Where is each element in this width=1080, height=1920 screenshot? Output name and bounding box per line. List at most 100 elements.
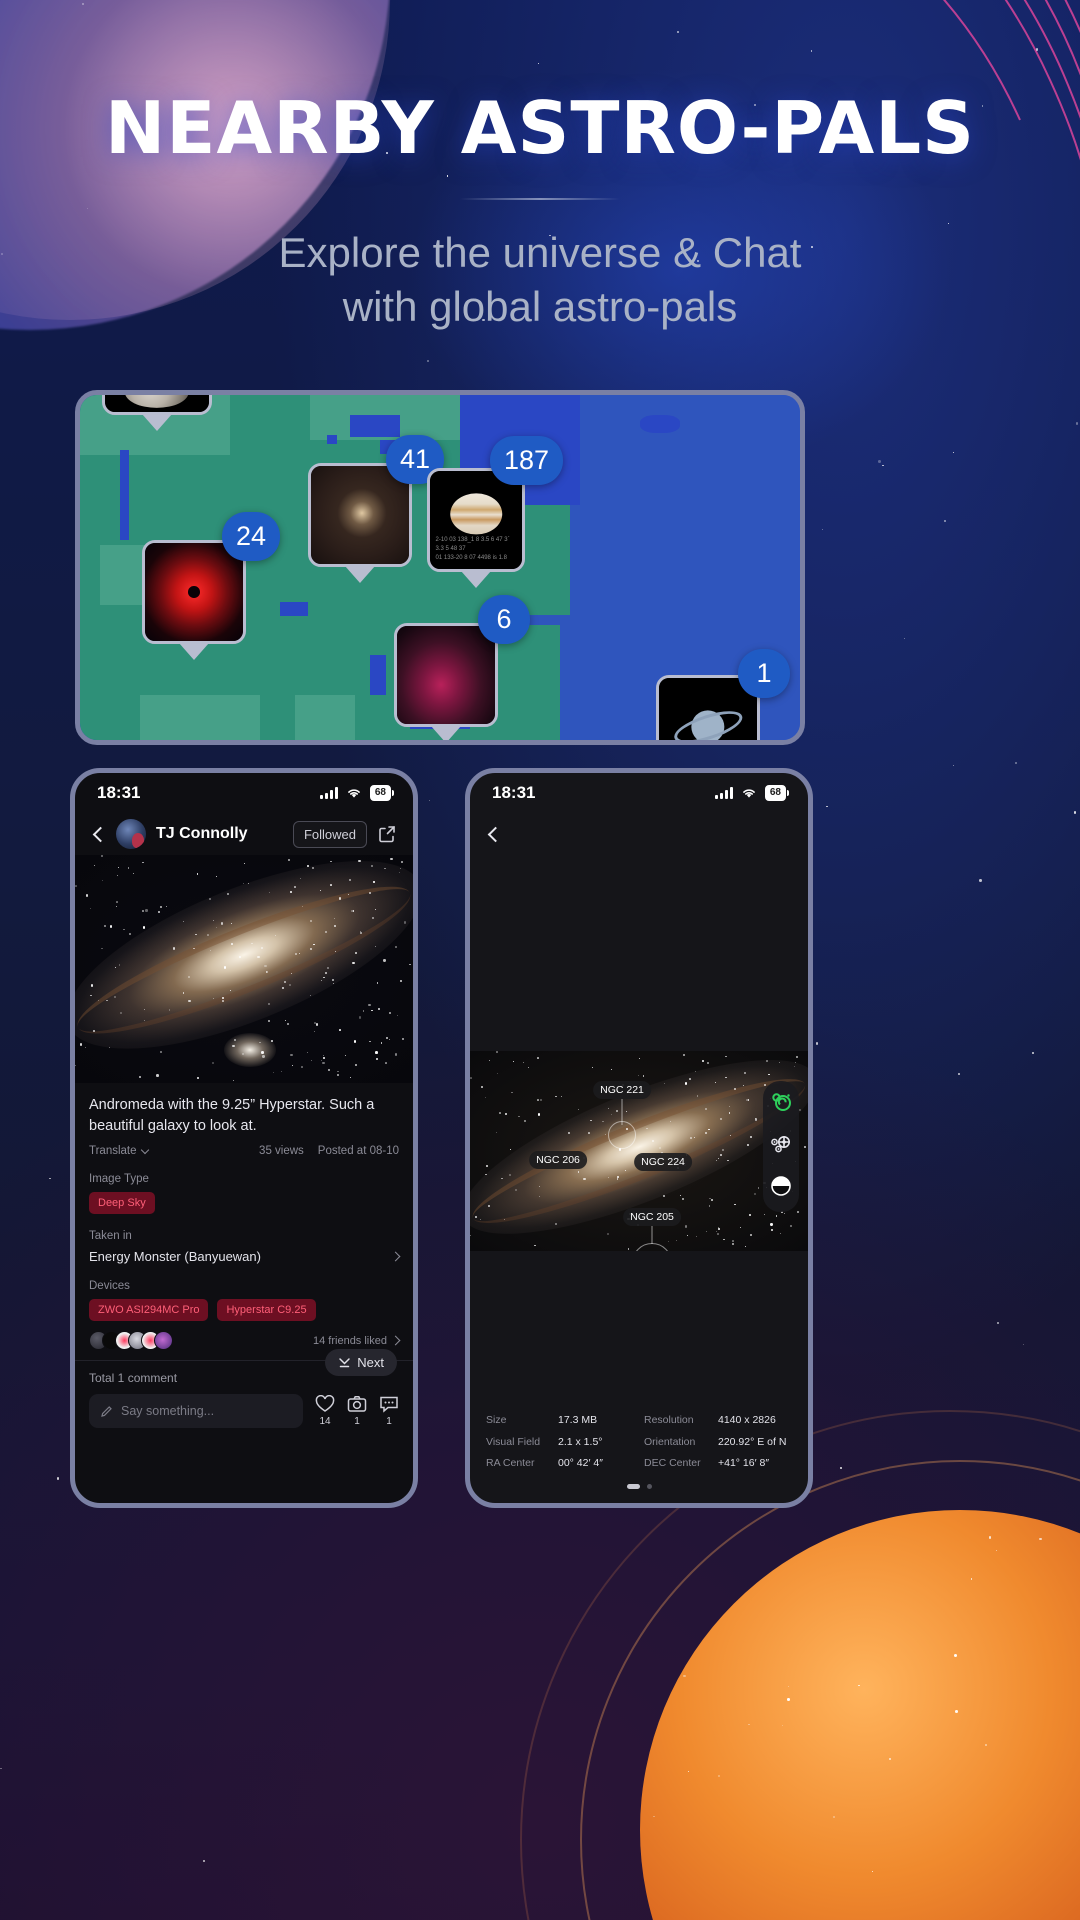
star — [684, 1082, 687, 1085]
star — [734, 1088, 737, 1091]
chevron-right-icon[interactable] — [390, 1251, 401, 1262]
map-marker-thumb[interactable] — [102, 395, 212, 431]
star — [223, 966, 227, 969]
star — [123, 928, 125, 931]
annotation-ngc-221[interactable]: NGC 221 — [593, 1081, 651, 1099]
star — [497, 1072, 499, 1074]
phone-mockup-image-detail[interactable]: 18:31 68 NGC 221 NGC 206 NGC 224 NGC 205 — [465, 768, 813, 1508]
camera-count: 1 — [354, 1416, 360, 1428]
star — [794, 1062, 796, 1064]
section-taken-in[interactable]: Taken in Energy Monster (Banyuewan) — [75, 1224, 413, 1264]
map-marker-heart[interactable]: 6 — [394, 595, 530, 740]
info-key: DEC Center — [644, 1457, 701, 1470]
next-label: Next — [357, 1355, 384, 1371]
star — [377, 1007, 380, 1010]
phone-mockup-post-detail[interactable]: 18:31 68 TJ Connolly Followed Andromeda … — [70, 768, 418, 1508]
star — [103, 924, 106, 927]
map-marker-jupiter[interactable]: 2-10 03 138_1 8 3.5 6 47 3ˊ 3.3 5 48 37 0… — [427, 436, 563, 588]
target-icon[interactable] — [770, 1134, 792, 1159]
star — [717, 1774, 720, 1777]
marker-count-badge[interactable]: 187 — [489, 436, 563, 485]
marker-count-badge[interactable]: 24 — [221, 512, 280, 561]
marker-count-badge[interactable]: 6 — [478, 595, 530, 644]
translate-button[interactable]: Translate — [89, 1145, 149, 1157]
star — [354, 951, 358, 955]
star — [294, 885, 297, 888]
contrast-icon[interactable] — [770, 1175, 792, 1202]
star — [384, 867, 386, 869]
info-value: 00° 42′ 4″ — [558, 1457, 603, 1470]
annotation-ngc-205[interactable]: NGC 205 — [623, 1208, 681, 1226]
annotation-ngc-224[interactable]: NGC 224 — [634, 1153, 692, 1171]
share-icon[interactable] — [377, 824, 397, 844]
comment-input[interactable]: Say something... — [89, 1394, 303, 1429]
star — [116, 875, 118, 877]
star — [815, 1042, 818, 1045]
tag-optics-device[interactable]: Hyperstar C9.25 — [217, 1299, 316, 1322]
page-dot-active[interactable] — [626, 1484, 640, 1489]
star — [352, 961, 355, 964]
map-card[interactable]: 24 41 2-10 03 138_1 8 3.5 6 47 3ˊ 3.3 5 … — [75, 390, 805, 745]
followed-button[interactable]: Followed — [292, 820, 367, 848]
star — [403, 921, 407, 924]
star — [426, 360, 429, 363]
annotation-toggle-icon[interactable] — [770, 1091, 792, 1118]
star — [143, 1008, 146, 1011]
avatar[interactable] — [116, 819, 146, 849]
avatar[interactable] — [154, 1331, 173, 1351]
annotated-sky-image[interactable]: NGC 221 NGC 206 NGC 224 NGC 205 — [470, 1051, 808, 1251]
taken-in-row[interactable]: Energy Monster (Banyuewan) — [89, 1249, 401, 1264]
annotation-ngc-206[interactable]: NGC 206 — [529, 1151, 587, 1169]
star — [498, 1112, 501, 1114]
like-action[interactable]: 14 — [315, 1395, 335, 1427]
star — [272, 1071, 275, 1074]
collapse-down-icon — [338, 1357, 351, 1369]
star — [310, 920, 313, 923]
map-marker-crescent[interactable]: 41 — [308, 435, 444, 583]
tag-deep-sky[interactable]: Deep Sky — [89, 1192, 155, 1215]
friends-liked-label[interactable]: 14 friends liked — [313, 1335, 401, 1347]
page-indicator[interactable] — [470, 1484, 808, 1489]
back-icon[interactable] — [92, 826, 109, 842]
star — [590, 1119, 592, 1122]
star — [996, 1550, 998, 1552]
star — [723, 1238, 725, 1241]
detail-nav-bar — [470, 813, 808, 855]
star — [310, 1059, 312, 1061]
hero-star-field — [75, 855, 413, 1083]
star — [93, 865, 95, 867]
back-icon[interactable] — [487, 826, 504, 842]
camera-action[interactable]: 1 — [347, 1395, 367, 1427]
star — [486, 1164, 489, 1167]
next-button[interactable]: Next — [325, 1349, 397, 1377]
friends-liked-row[interactable]: 14 friends liked — [75, 1321, 413, 1351]
post-hero-image[interactable] — [75, 855, 413, 1083]
comment-action[interactable]: 1 — [379, 1395, 399, 1427]
tool-panel[interactable] — [763, 1081, 799, 1212]
star — [331, 978, 334, 981]
liked-avatars[interactable] — [89, 1331, 173, 1351]
map-canvas[interactable]: 24 41 2-10 03 138_1 8 3.5 6 47 3ˊ 3.3 5 … — [80, 395, 800, 740]
marker-count-badge[interactable]: 1 — [738, 649, 790, 698]
star — [888, 1757, 892, 1761]
star — [86, 894, 89, 897]
star — [118, 964, 121, 966]
star — [740, 1226, 742, 1228]
star — [610, 1069, 612, 1071]
map-marker-saturn[interactable]: 1 — [656, 649, 790, 740]
star — [1075, 422, 1079, 425]
info-value: 4140 x 2826 — [718, 1414, 776, 1427]
map-marker-rosette[interactable]: 24 — [142, 512, 280, 660]
star — [708, 1128, 710, 1131]
star — [689, 1137, 692, 1139]
page-dot[interactable] — [646, 1484, 652, 1489]
star — [511, 1091, 513, 1094]
star — [375, 945, 377, 948]
like-count: 14 — [319, 1416, 331, 1428]
tag-camera-device[interactable]: ZWO ASI294MC Pro — [89, 1299, 209, 1322]
star — [560, 1095, 562, 1097]
star — [514, 1188, 517, 1191]
star — [232, 1044, 235, 1048]
marker-thumbnail-moon[interactable] — [102, 395, 212, 415]
marker-thumbnail-heart[interactable] — [394, 623, 498, 727]
